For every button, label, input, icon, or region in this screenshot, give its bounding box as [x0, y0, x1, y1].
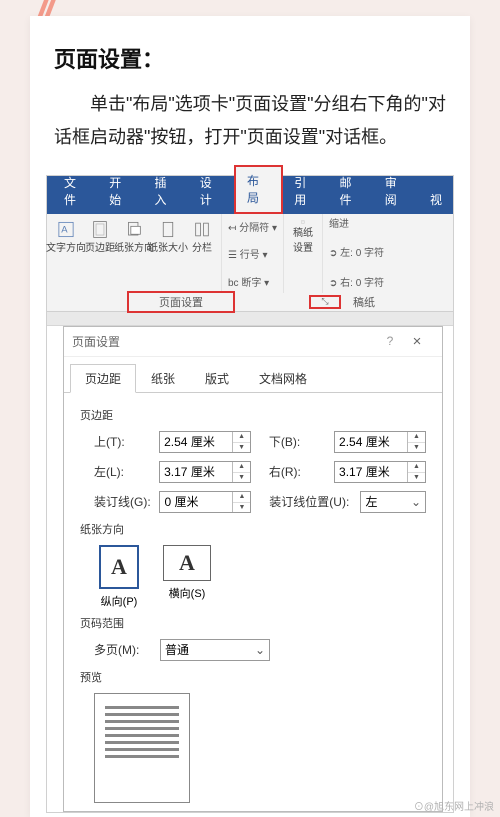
indent-right[interactable]: ➲ 右: 0 字符: [329, 277, 384, 291]
dialog-launcher[interactable]: ⤡: [309, 295, 341, 309]
hyphen-button[interactable]: bc 断字 ▾: [228, 277, 277, 291]
article-body: 单击"布局"选项卡"页面设置"分组右下角的"对话框启动器"按钮，打开"页面设置"…: [54, 88, 446, 155]
right-label: 右(R):: [269, 463, 334, 480]
bottom-input[interactable]: ▲▼: [334, 431, 426, 453]
bottom-label: 下(B):: [269, 433, 334, 450]
dlg-tab-paper[interactable]: 纸张: [136, 364, 190, 393]
section-preview: 预览: [80, 669, 426, 685]
top-label: 上(T):: [94, 433, 159, 450]
gutter-label: 装订线(G):: [94, 493, 159, 510]
indent-left[interactable]: ➲ 左: 0 字符: [329, 247, 384, 261]
indent-label: 缩进: [329, 218, 384, 232]
left-input[interactable]: ▲▼: [159, 461, 251, 483]
article-heading: 页面设置：: [54, 42, 470, 74]
tab-home[interactable]: 开始: [98, 169, 143, 214]
text-direction-button[interactable]: A 文字方向: [53, 220, 79, 254]
gutter-pos-select[interactable]: 左: [360, 491, 426, 513]
group-labels: 页面设置 ⤡ 稿纸: [47, 293, 453, 312]
article-card: 页面设置： 单击"布局"选项卡"页面设置"分组右下角的"对话框启动器"按钮，打开…: [30, 16, 470, 817]
tab-design[interactable]: 设计: [189, 169, 234, 214]
tab-layout[interactable]: 布局: [234, 165, 283, 214]
draft-button[interactable]: 稿纸 设置: [290, 220, 316, 254]
tab-mail[interactable]: 邮件: [329, 169, 374, 214]
gutter-pos-label: 装订线位置(U):: [269, 493, 360, 510]
paper-group-label: 稿纸: [353, 294, 375, 310]
tab-view[interactable]: 视: [419, 186, 453, 214]
landscape-option[interactable]: A 横向(S): [162, 545, 212, 609]
pagesetup-group-label: 页面设置: [127, 291, 235, 313]
right-input[interactable]: ▲▼: [334, 461, 426, 483]
word-screenshot: 文件 开始 插入 设计 布局 引用 邮件 审阅 视 A 文字方向 页边距: [46, 175, 454, 813]
gutter-input[interactable]: ▲▼: [159, 491, 251, 513]
svg-text:A: A: [61, 224, 68, 235]
tab-insert[interactable]: 插入: [144, 169, 189, 214]
dlg-tab-margins[interactable]: 页边距: [70, 364, 136, 393]
help-icon[interactable]: ?: [380, 334, 400, 348]
tab-file[interactable]: 文件: [53, 169, 98, 214]
multi-label: 多页(M):: [94, 641, 160, 658]
dialog-tabs: 页边距 纸张 版式 文档网格: [64, 357, 442, 393]
left-label: 左(L):: [94, 463, 159, 480]
columns-button[interactable]: 分栏: [189, 220, 215, 254]
tab-ref[interactable]: 引用: [283, 169, 328, 214]
section-orient: 纸张方向: [80, 521, 426, 537]
dlg-tab-grid[interactable]: 文档网格: [244, 364, 322, 393]
tab-review[interactable]: 审阅: [374, 169, 419, 214]
dialog-title: 页面设置: [72, 333, 120, 350]
close-icon[interactable]: ×: [400, 333, 434, 350]
linenum-button[interactable]: ☰ 行号 ▾: [228, 249, 277, 263]
portrait-option[interactable]: A 纵向(P): [94, 545, 144, 609]
dlg-tab-layout[interactable]: 版式: [190, 364, 244, 393]
section-range: 页码范围: [80, 615, 426, 631]
page-setup-dialog: 页面设置 ? × 页边距 纸张 版式 文档网格 页边距 上(T): ▲▼ 下(B…: [63, 326, 443, 812]
multi-select[interactable]: 普通: [160, 639, 270, 661]
ribbon-tabs: 文件 开始 插入 设计 布局 引用 邮件 审阅 视: [47, 188, 453, 214]
top-input[interactable]: ▲▼: [159, 431, 251, 453]
preview-thumbnail: [94, 693, 190, 803]
breaks-button[interactable]: ↤ 分隔符 ▾: [228, 222, 277, 236]
margins-button[interactable]: 页边距: [87, 220, 113, 254]
section-margins: 页边距: [80, 407, 426, 423]
size-button[interactable]: 纸张大小: [155, 220, 181, 254]
watermark: ⊙@旭东网上冲浪: [414, 798, 494, 813]
orientation-button[interactable]: 纸张方向: [121, 220, 147, 254]
ribbon-body: A 文字方向 页边距 纸张方向 纸张大小: [47, 214, 453, 294]
